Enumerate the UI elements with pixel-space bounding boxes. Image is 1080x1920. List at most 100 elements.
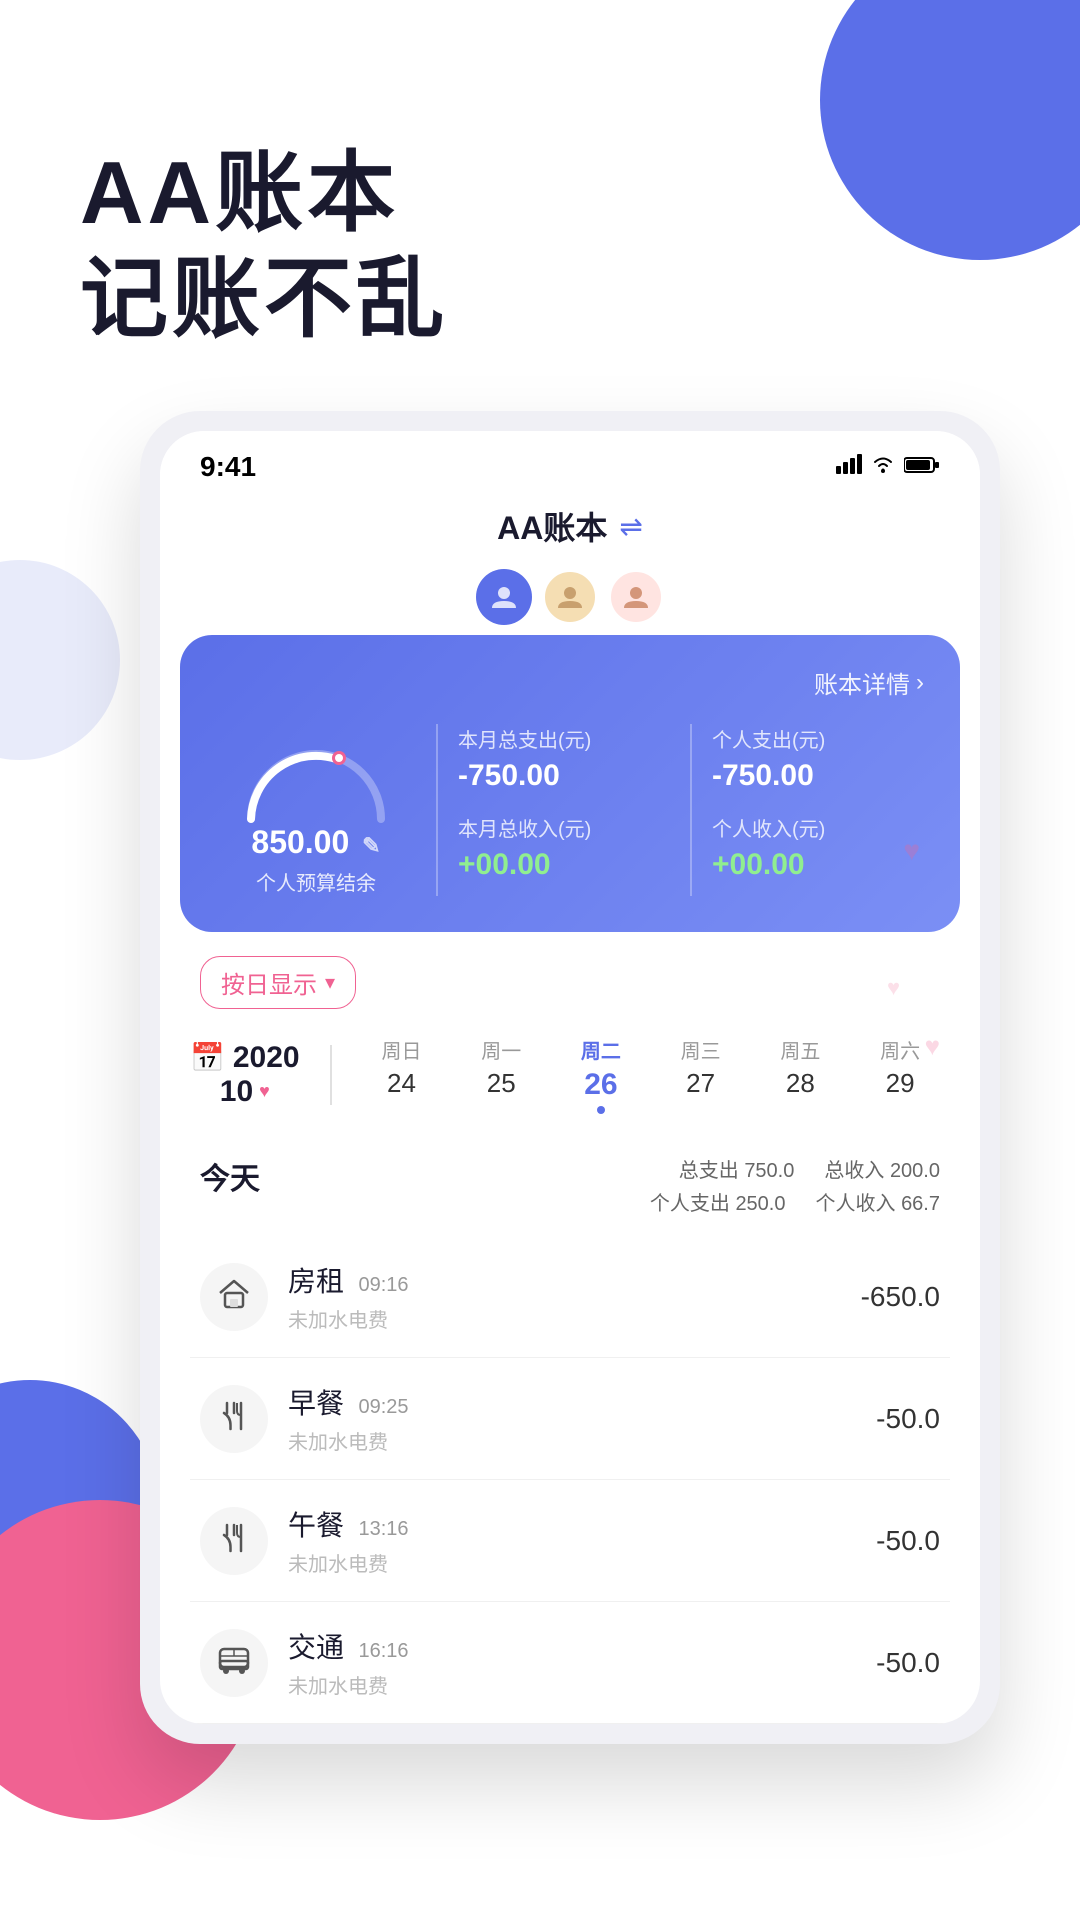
battery-icon [904,454,940,480]
week-day-item[interactable]: 周五 28 [770,1035,830,1114]
today-stat-row-2: 个人支出 250.0 个人收入 66.7 [650,1187,940,1216]
tx-icon [216,1397,252,1441]
total-expense-value: -750.00 [458,759,670,793]
personal-expense-value: -750.00 [712,759,924,793]
tx-info: 交通 16:16 未加水电费 [288,1626,876,1699]
date-week-divider [330,1045,332,1105]
day-filter-row: 按日显示 ▾ ♥ [160,932,980,1025]
app-header: AA账本 ⇌ [160,493,980,569]
tx-icon-wrap [200,1263,268,1331]
tx-sub: 未加水电费 [288,1670,876,1699]
status-time: 9:41 [200,451,256,483]
total-income-label: 本月总收入(元) [458,813,670,842]
tx-name: 午餐 [288,1510,344,1541]
transaction-list: 房租 09:16 未加水电费 -650.0 早餐 09:25 未加水电费 -50… [160,1226,980,1724]
tx-info: 午餐 13:16 未加水电费 [288,1504,876,1577]
card-content: 850.00 ✎ 个人预算结余 本月总支出(元) -750.00 [216,724,924,896]
hero-title-line1: AA账本 [80,140,1000,246]
today-personal-income: 个人收入 66.7 [816,1187,941,1216]
month-text: 10 [220,1075,253,1109]
week-day-num: 28 [786,1068,815,1099]
tx-icon [216,1275,252,1319]
hero-section: AA账本 记账不乱 [0,0,1080,351]
week-day-item[interactable]: 周二 26 [571,1035,631,1114]
personal-income-stat: 个人收入(元) +00.00 [712,813,924,882]
hero-title-line2: 记账不乱 [80,246,1000,352]
week-day-label: 周六 [880,1035,920,1064]
phone-screen: 9:41 [160,431,980,1724]
today-section: 今天 总支出 750.0 总收入 200.0 [160,1134,980,1226]
app-header-title: AA账本 [497,503,607,549]
card-detail-link[interactable]: 账本详情 › [216,665,924,700]
week-day-item[interactable]: 周日 24 [371,1035,431,1114]
stats-column-left: 本月总支出(元) -750.00 本月总收入(元) +00.00 [458,724,670,882]
year-text: 2020 [233,1041,300,1075]
date-block[interactable]: 📅 2020 10 ♥ [190,1041,300,1109]
tx-name: 早餐 [288,1388,344,1419]
day-filter-label: 按日显示 [221,965,317,1000]
card-divider [436,724,438,896]
card-divider-2 [690,724,692,896]
calendar-icon: 📅 [190,1041,225,1074]
week-day-item[interactable]: 周三 27 [671,1035,731,1114]
today-stat-row-1: 总支出 750.0 总收入 200.0 [679,1154,940,1183]
week-day-num: 25 [487,1068,516,1099]
tx-icon-wrap [200,1629,268,1697]
total-expense-label: 本月总支出(元) [458,724,670,753]
transaction-item[interactable]: 交通 16:16 未加水电费 -50.0 [190,1602,950,1724]
today-personal-expense: 个人支出 250.0 [650,1187,786,1216]
card-detail-text: 账本详情 [814,665,910,700]
week-day-label: 周日 [381,1035,421,1064]
tx-time: 13:16 [358,1518,408,1540]
date-week-row: 📅 2020 10 ♥ 周日 24 周一 25 周二 26 [160,1025,980,1134]
tx-amount: -50.0 [876,1647,940,1679]
total-expense-stat: 本月总支出(元) -750.00 [458,724,670,793]
week-days: 周日 24 周一 25 周二 26 周三 27 周五 28 周六 29 [352,1035,950,1114]
week-day-num: 27 [686,1068,715,1099]
gauge-value: 850.00 ✎ [251,824,380,861]
month-heart-icon: ♥ [259,1081,270,1102]
deco-heart-1: ♥ [903,835,920,867]
tx-info: 早餐 09:25 未加水电费 [288,1382,876,1455]
today-label: 今天 [200,1154,260,1198]
status-icons [836,454,940,480]
date-year-month: 📅 2020 [190,1041,300,1075]
week-day-item[interactable]: 周六 29 [870,1035,930,1114]
avatar-2[interactable] [608,569,664,625]
transaction-item[interactable]: 房租 09:16 未加水电费 -650.0 [190,1236,950,1358]
tx-icon [216,1641,252,1685]
tx-sub: 未加水电费 [288,1304,861,1333]
week-day-label: 周五 [780,1035,820,1064]
summary-card: ♥ ♥ 账本详情 › [180,635,960,932]
personal-income-label: 个人收入(元) [712,813,924,842]
avatar-1[interactable] [542,569,598,625]
tx-time: 16:16 [358,1640,408,1662]
week-day-num: 29 [886,1068,915,1099]
deco-heart-3: ♥ [925,1031,940,1062]
week-day-num: 26 [584,1068,617,1102]
switch-icon[interactable]: ⇌ [619,510,642,543]
week-day-item[interactable]: 周一 25 [471,1035,531,1114]
tx-name: 交通 [288,1632,344,1663]
week-day-label: 周一 [481,1035,521,1064]
bg-circle-light-left [0,560,120,760]
total-income-stat: 本月总收入(元) +00.00 [458,813,670,882]
tx-icon [216,1519,252,1563]
transaction-item[interactable]: 早餐 09:25 未加水电费 -50.0 [190,1358,950,1480]
tx-icon-wrap [200,1385,268,1453]
today-total-income: 总收入 200.0 [824,1154,940,1183]
status-bar: 9:41 [160,431,980,493]
gauge-svg [231,724,401,834]
week-day-label: 周三 [681,1035,721,1064]
avatar-active[interactable] [476,569,532,625]
gauge-label: 个人预算结余 [256,867,376,896]
tx-sub: 未加水电费 [288,1548,876,1577]
personal-expense-stat: 个人支出(元) -750.00 [712,724,924,793]
week-day-num: 24 [387,1068,416,1099]
week-day-dot [597,1106,605,1114]
day-filter-button[interactable]: 按日显示 ▾ [200,956,356,1009]
phone-container: 9:41 [140,411,1000,1744]
transaction-item[interactable]: 午餐 13:16 未加水电费 -50.0 [190,1480,950,1602]
tx-amount: -650.0 [861,1281,940,1313]
stats-column-right: 个人支出(元) -750.00 个人收入(元) +00.00 [712,724,924,882]
